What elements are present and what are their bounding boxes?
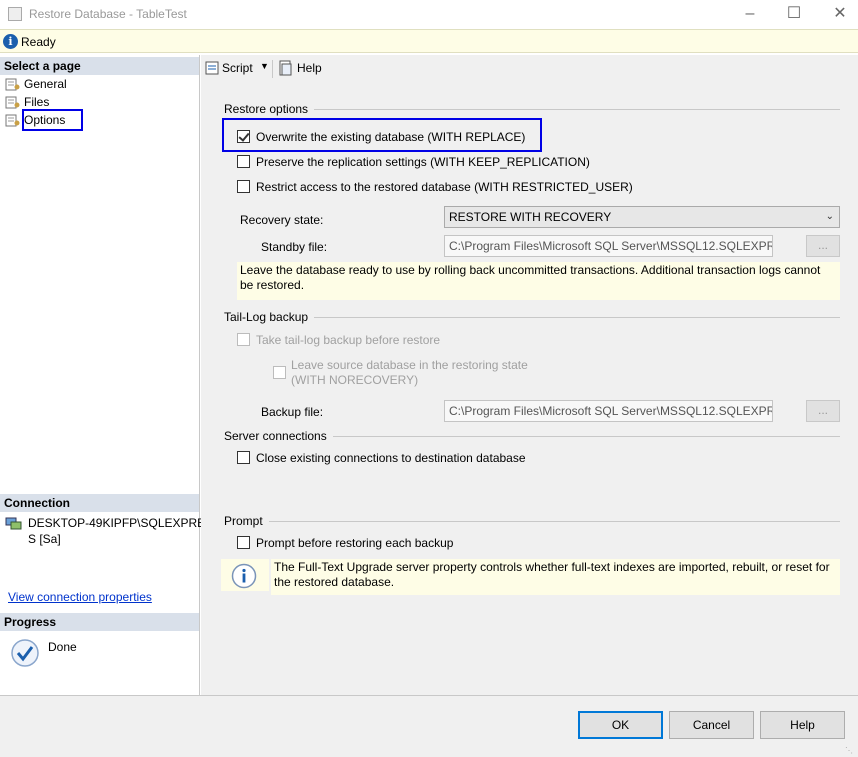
close-connections-label: Close existing connections to destinatio… [256,451,526,465]
page-item-general[interactable]: General [5,75,67,93]
fulltext-note: The Full-Text Upgrade server property co… [271,559,840,595]
close-connections-checkbox[interactable] [237,451,250,464]
take-tail-log-checkbox[interactable] [237,333,250,346]
standby-file-label: Standby file: [261,240,328,254]
backup-file-field[interactable]: C:\Program Files\Microsoft SQL Server\MS… [444,400,773,422]
connection-server: DESKTOP-49KIPFP\SQLEXPRES [28,516,214,530]
server-connections-group-label: Server connections [224,429,333,443]
recovery-description-note: Leave the database ready to use by rolli… [237,262,840,300]
prompt-group-label: Prompt [224,514,269,528]
preserve-replication-checkbox[interactable] [237,155,250,168]
app-icon [8,7,22,21]
connection-header: Connection [0,494,199,512]
help-icon[interactable] [278,60,294,76]
tail-log-divider [224,317,840,318]
overwrite-highlight-box [222,118,542,152]
restore-options-group-label: Restore options [224,102,315,116]
prompt-divider [224,521,840,522]
preserve-replication-label: Preserve the replication settings (WITH … [256,155,590,169]
page-wrench-icon [5,96,20,109]
page-wrench-icon [5,114,20,127]
prompt-before-checkbox[interactable] [237,536,250,549]
options-highlight-box [22,109,83,131]
tail-log-group-label: Tail-Log backup [224,310,315,324]
help-button[interactable]: Help [297,61,322,75]
restrict-access-checkbox[interactable] [237,180,250,193]
page-wrench-icon [5,78,20,91]
select-page-header: Select a page [0,57,199,75]
done-check-icon [10,638,40,668]
status-text: Ready [21,35,56,49]
restore-options-divider [224,109,840,110]
window-title: Restore Database - TableTest [29,7,187,21]
recovery-state-label: Recovery state: [240,213,324,227]
cancel-button[interactable]: Cancel [669,711,754,739]
ok-button[interactable]: OK [578,711,663,739]
recovery-state-select[interactable]: RESTORE WITH RECOVERY ⌄ [444,206,840,228]
standby-browse-button[interactable]: ... [806,235,840,257]
backup-file-label: Backup file: [261,405,324,419]
page-item-label: General [24,77,67,91]
prompt-before-label: Prompt before restoring each backup [256,536,454,550]
script-dropdown-icon[interactable]: ▼ [260,61,269,71]
progress-status: Done [48,640,77,654]
server-icon [5,516,22,531]
info-circle-icon [231,563,257,589]
close-icon[interactable]: ✕ [820,2,858,26]
view-connection-properties-link[interactable]: View connection properties [8,590,152,604]
chevron-down-icon: ⌄ [825,211,834,222]
resize-grip-icon[interactable]: ⋱ [845,746,853,755]
toolbar-separator [272,60,273,78]
help-dialog-button[interactable]: Help [760,711,845,739]
info-icon: i [3,34,18,49]
maximize-icon[interactable]: ☐ [774,2,814,26]
restrict-access-label: Restrict access to the restored database… [256,180,633,194]
leave-source-label: Leave source database in the restoring s… [291,358,528,372]
script-icon[interactable] [204,60,220,76]
connection-server-user: S [Sa] [28,532,61,546]
backup-browse-button[interactable]: ... [806,400,840,422]
status-bar [0,29,858,53]
page-item-label: Files [24,95,50,109]
take-tail-log-label: Take tail-log backup before restore [256,333,441,347]
script-button[interactable]: Script [222,61,253,75]
progress-header: Progress [0,613,199,631]
leave-source-checkbox[interactable] [273,366,286,379]
leave-source-label-sub: (WITH NORECOVERY) [291,373,419,387]
standby-file-field[interactable]: C:\Program Files\Microsoft SQL Server\MS… [444,235,773,257]
minimize-icon[interactable]: – [730,2,770,26]
recovery-state-value: RESTORE WITH RECOVERY [449,210,612,224]
